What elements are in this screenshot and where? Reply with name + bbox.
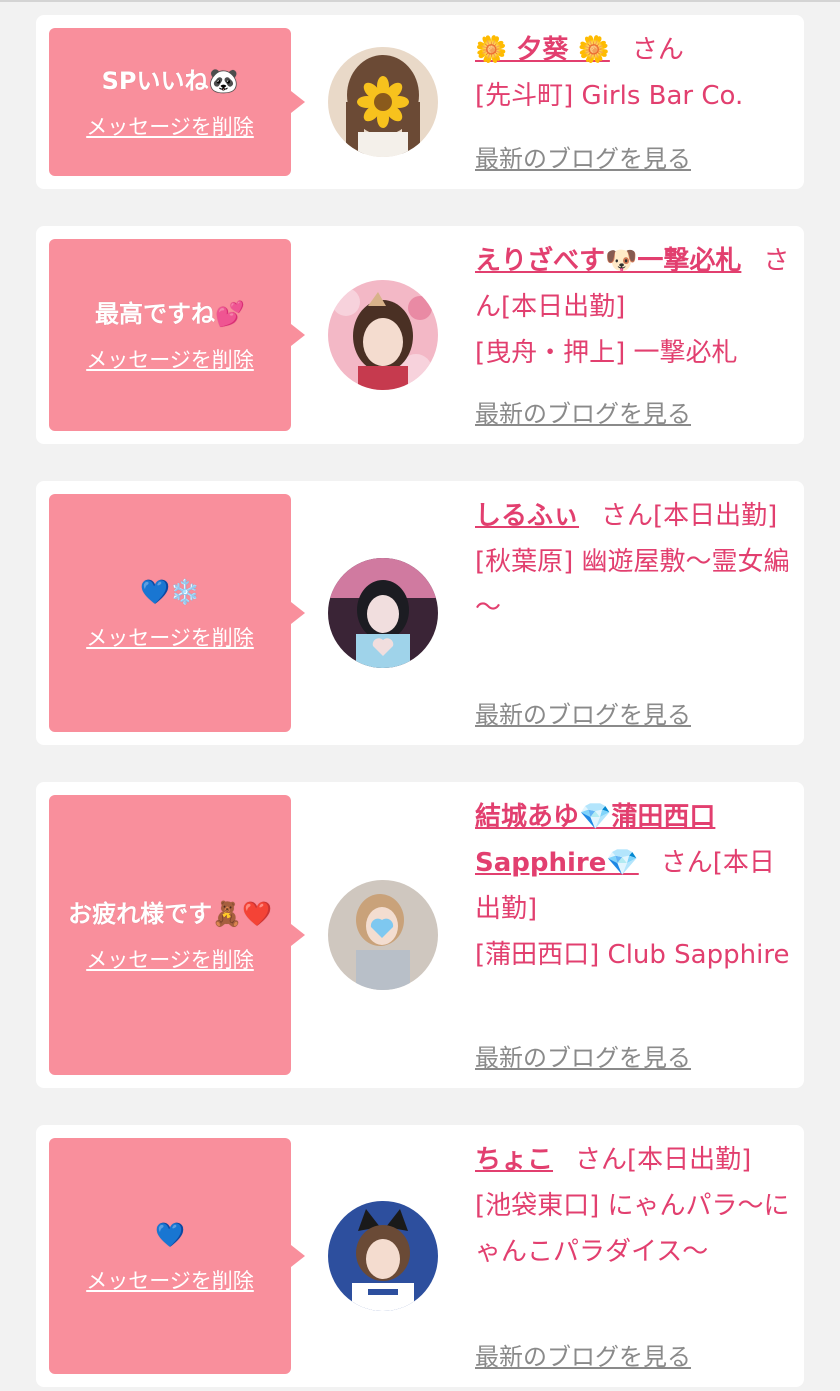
delete-message-link[interactable]: メッセージを削除 <box>86 111 254 141</box>
message-card: 💙 メッセージを削除 ちょこ さん[本日出勤] [池袋東口] にゃんパラ～にゃんこ… <box>36 1125 804 1387</box>
photo-heart-cover-icon <box>328 880 438 990</box>
latest-blog-link[interactable]: 最新のブログを見る <box>475 394 691 429</box>
shop-name: [蒲田西口] Club Sapphire <box>475 940 790 970</box>
photo-floral-icon <box>328 280 438 390</box>
latest-blog-link[interactable]: 最新のブログを見る <box>475 139 691 174</box>
honorific: さん <box>660 848 713 878</box>
profile-info: 🌼 夕葵 🌼 さん [先斗町] Girls Bar Co. <box>475 27 797 119</box>
message-text: 💙❄️ <box>140 578 200 606</box>
attendance-status: [本日出勤] <box>501 292 626 322</box>
avatar[interactable] <box>328 880 438 990</box>
message-text: SPいいね🐼 <box>101 67 239 95</box>
message-text: 最高ですね💕 <box>95 300 245 328</box>
message-text: お疲れ様です🧸❤️ <box>68 900 272 928</box>
honorific: さん <box>575 1145 628 1175</box>
attendance-status: [本日出勤] <box>653 501 778 531</box>
sunflower-face-cover-icon <box>328 47 438 157</box>
shop-name: [先斗町] Girls Bar Co. <box>475 81 744 111</box>
message-card: 最高ですね💕 メッセージを削除 えりざべす🐶一撃必札 さん[本日出勤] [曳舟・押… <box>36 226 804 444</box>
profile-name-link[interactable]: しるふぃ <box>475 501 579 531</box>
message-card: お疲れ様です🧸❤️ メッセージを削除 結城あゆ💎蒲田西口Sapphire💎 さん[… <box>36 782 804 1088</box>
latest-blog-link[interactable]: 最新のブログを見る <box>475 1038 691 1073</box>
message-bubble: SPいいね🐼 メッセージを削除 <box>49 28 291 176</box>
honorific: さん <box>631 35 684 65</box>
profile-info: ちょこ さん[本日出勤] [池袋東口] にゃんパラ～にゃんこパラダイス～ <box>475 1137 797 1275</box>
avatar[interactable] <box>328 280 438 390</box>
profile-info: しるふぃ さん[本日出勤] [秋葉原] 幽遊屋敷～霊女編～ <box>475 493 797 631</box>
message-bubble: 💙❄️ メッセージを削除 <box>49 494 291 732</box>
message-bubble: 最高ですね💕 メッセージを削除 <box>49 239 291 431</box>
delete-message-link[interactable]: メッセージを削除 <box>86 622 254 652</box>
message-text: 💙 <box>155 1221 185 1249</box>
delete-message-link[interactable]: メッセージを削除 <box>86 944 254 974</box>
avatar[interactable] <box>328 1201 438 1311</box>
profile-info: 結城あゆ💎蒲田西口Sapphire💎 さん[本日出勤] [蒲田西口] Club S… <box>475 794 797 978</box>
delete-message-link[interactable]: メッセージを削除 <box>86 1265 254 1295</box>
avatar[interactable] <box>328 47 438 157</box>
message-bubble: お疲れ様です🧸❤️ メッセージを削除 <box>49 795 291 1075</box>
shop-name: [秋葉原] 幽遊屋敷～霊女編～ <box>475 547 790 623</box>
message-card: SPいいね🐼 メッセージを削除 🌼 夕葵 🌼 さん [先斗町] Girls Ba… <box>36 15 804 189</box>
shop-name: [池袋東口] にゃんパラ～にゃんこパラダイス～ <box>475 1191 790 1267</box>
profile-info: えりざべす🐶一撃必札 さん[本日出勤] [曳舟・押上] 一撃必札 <box>475 238 797 376</box>
honorific: さん <box>601 501 654 531</box>
profile-name-link[interactable]: えりざべす🐶一撃必札 <box>475 246 741 276</box>
shop-name: [曳舟・押上] 一撃必札 <box>475 338 738 368</box>
latest-blog-link[interactable]: 最新のブログを見る <box>475 695 691 730</box>
profile-name-link[interactable]: ちょこ <box>475 1145 553 1175</box>
top-divider <box>0 0 840 2</box>
attendance-status: [本日出勤] <box>627 1145 752 1175</box>
photo-heart-pose-icon <box>328 558 438 668</box>
message-bubble: 💙 メッセージを削除 <box>49 1138 291 1374</box>
message-card: 💙❄️ メッセージを削除 しるふぃ さん[本日出勤] [秋葉原] 幽遊屋敷～霊女編… <box>36 481 804 745</box>
profile-name-link[interactable]: 🌼 夕葵 🌼 <box>475 35 610 65</box>
delete-message-link[interactable]: メッセージを削除 <box>86 344 254 374</box>
latest-blog-link[interactable]: 最新のブログを見る <box>475 1337 691 1372</box>
photo-cat-ears-icon <box>328 1201 438 1311</box>
avatar[interactable] <box>328 558 438 668</box>
